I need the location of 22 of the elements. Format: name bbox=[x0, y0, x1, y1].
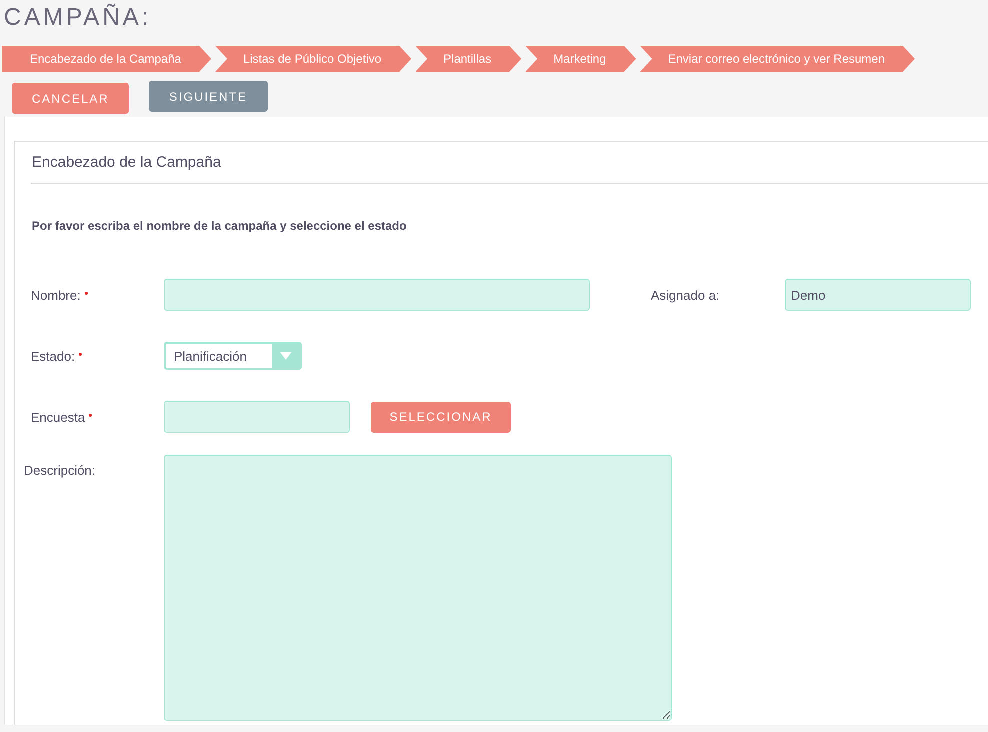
caret-icon bbox=[280, 352, 292, 360]
name-field[interactable] bbox=[164, 279, 590, 311]
field-label: Encuesta bbox=[31, 410, 86, 424]
field-label: Estado: bbox=[31, 348, 76, 364]
status-dropdown[interactable]: Planificación bbox=[164, 342, 302, 370]
page-title: CAMPAÑA: bbox=[3, 2, 153, 33]
field-label: Nombre: bbox=[31, 288, 81, 302]
wizard-step[interactable]: Enviar correo electrónico y ver Resumen bbox=[640, 46, 916, 72]
description-field[interactable] bbox=[164, 455, 672, 721]
wizard-step[interactable]: Listas de Público Objetivo bbox=[215, 46, 412, 72]
wizard-step[interactable]: Encabezado de la Campaña bbox=[2, 46, 212, 72]
panel-title: Encabezado de la Campaña bbox=[31, 142, 988, 184]
field-label: Asignado a: bbox=[651, 288, 720, 302]
survey-field[interactable] bbox=[164, 401, 350, 433]
instructions-text: Por favor escriba el nombre de la campaña y seleccione el estado bbox=[31, 218, 408, 235]
wizard-step[interactable]: Plantillas bbox=[416, 46, 522, 72]
next-button[interactable]: SIGUIENTE bbox=[149, 81, 268, 112]
cancel-button[interactable]: CANCELAR bbox=[12, 83, 130, 114]
wizard-step[interactable]: Marketing bbox=[526, 46, 636, 72]
select-button[interactable]: SELECCIONAR bbox=[371, 402, 511, 432]
assigned-to-field[interactable]: Demo bbox=[785, 279, 971, 311]
field-label: Descripción: bbox=[24, 463, 96, 478]
